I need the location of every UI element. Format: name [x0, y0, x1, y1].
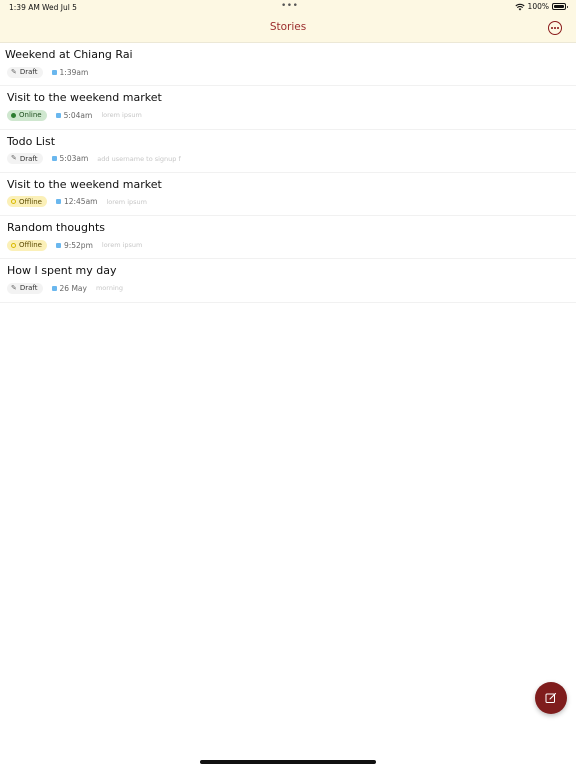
- offline-dot-icon: [11, 199, 16, 205]
- story-row[interactable]: Weekend at Chiang Rai ✎ Draft 1:39am: [0, 43, 576, 87]
- status-label: Draft: [19, 154, 38, 163]
- story-meta: ✎ Draft 1:39am: [7, 66, 88, 78]
- story-time-label: 5:03am: [59, 154, 89, 164]
- battery-percentage: 100%: [527, 2, 549, 11]
- calendar-icon: [51, 285, 57, 291]
- status-label: Draft: [19, 68, 38, 76]
- story-note: add username to signup f: [97, 154, 181, 163]
- story-note: lorem ipsum: [106, 197, 147, 206]
- story-row[interactable]: Random thoughts Offline 9:52pm lorem ipsum: [0, 216, 576, 260]
- story-list: Weekend at Chiang Rai ✎ Draft 1:39am Visit t…: [0, 43, 576, 303]
- calendar-icon: [55, 242, 61, 248]
- story-time: 26 May: [51, 283, 87, 293]
- status-label: Offline: [19, 241, 42, 250]
- story-note: morning: [95, 284, 124, 293]
- status-badge: Offline: [7, 196, 47, 208]
- compose-button[interactable]: [535, 682, 567, 714]
- top-bar: 1:39 AM Wed Jul 5 ••• 100% Stories: [0, 0, 576, 43]
- calendar-icon: [55, 199, 61, 205]
- pencil-icon: ✎: [11, 67, 17, 76]
- status-label: Online: [19, 111, 42, 120]
- multitasking-dots-icon[interactable]: •••: [281, 1, 298, 11]
- story-row[interactable]: Visit to the weekend market Offline 12:45a…: [0, 173, 576, 217]
- status-badge: ✎ Draft: [7, 282, 43, 294]
- story-title: Todo List: [7, 134, 56, 148]
- story-row[interactable]: How I spent my day ✎ Draft 26 May morning: [0, 259, 576, 303]
- page-title: Stories: [269, 21, 307, 33]
- status-time: 1:39 AM: [9, 3, 40, 12]
- story-meta: Offline 9:52pm lorem ipsum: [7, 239, 142, 251]
- story-time: 1:39am: [51, 67, 89, 77]
- wifi-icon: [514, 3, 525, 10]
- story-meta: ✎ Draft 5:03am add username to signup f: [7, 153, 181, 165]
- pencil-icon: ✎: [11, 283, 17, 292]
- story-title: Random thoughts: [7, 221, 106, 235]
- story-time: 5:04am: [55, 110, 93, 120]
- status-badge: Online: [7, 109, 47, 121]
- calendar-icon: [55, 112, 61, 118]
- online-dot-icon: [11, 112, 16, 118]
- status-right: 100%: [514, 2, 568, 11]
- story-note: lorem ipsum: [101, 241, 143, 250]
- calendar-icon: [51, 156, 57, 162]
- status-bar: 1:39 AM Wed Jul 5 ••• 100%: [0, 0, 576, 14]
- pencil-icon: ✎: [11, 154, 17, 163]
- story-row[interactable]: Visit to the weekend market Online 5:04am l…: [0, 86, 576, 130]
- compose-icon: [545, 692, 557, 703]
- story-time: 12:45am: [55, 197, 98, 207]
- story-time-label: 1:39am: [59, 67, 89, 77]
- story-title: Weekend at Chiang Rai: [5, 48, 133, 61]
- status-label: Offline: [19, 197, 42, 206]
- story-title: Visit to the weekend market: [7, 177, 162, 191]
- status-label: Draft: [19, 284, 38, 293]
- story-time-label: 12:45am: [63, 197, 98, 207]
- story-title: How I spent my day: [7, 264, 117, 278]
- story-meta: Offline 12:45am lorem ipsum: [7, 196, 147, 208]
- story-time: 9:52pm: [55, 240, 93, 250]
- status-badge: ✎ Draft: [7, 66, 43, 78]
- story-title: Visit to the weekend market: [7, 91, 162, 105]
- story-time-label: 5:04am: [63, 110, 93, 120]
- status-date: Wed Jul 5: [42, 3, 77, 12]
- status-badge: Offline: [7, 239, 47, 251]
- calendar-icon: [51, 69, 57, 75]
- story-meta: Online 5:04am lorem ipsum: [7, 109, 142, 121]
- story-row[interactable]: Todo List ✎ Draft 5:03am add username to sig…: [0, 130, 576, 173]
- story-time-label: 9:52pm: [63, 240, 93, 250]
- offline-dot-icon: [11, 242, 16, 248]
- story-time: 5:03am: [51, 154, 89, 164]
- home-indicator: [200, 760, 376, 764]
- story-meta: ✎ Draft 26 May morning: [7, 282, 123, 294]
- story-time-label: 26 May: [59, 283, 87, 293]
- more-options-button[interactable]: [548, 21, 562, 35]
- status-badge: ✎ Draft: [7, 153, 43, 165]
- story-note: lorem ipsum: [101, 111, 142, 120]
- battery-icon: [552, 3, 568, 10]
